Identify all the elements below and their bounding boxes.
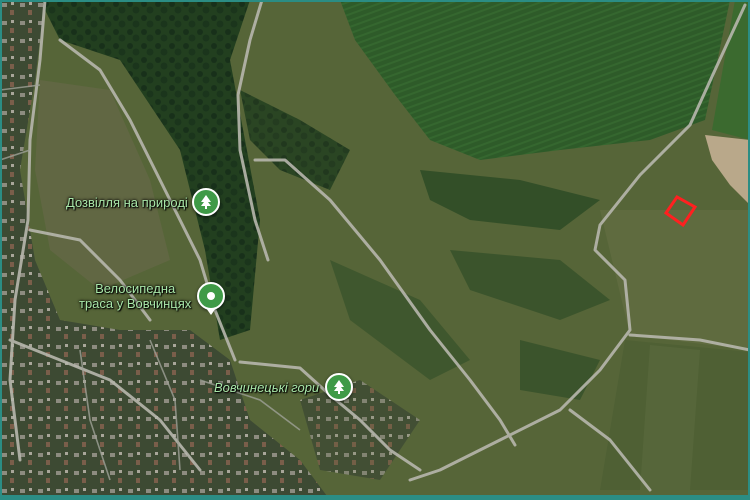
map-view[interactable]: Дозвілля на природі Велосипедна траса у …: [0, 0, 750, 500]
tree-icon[interactable]: [191, 188, 220, 216]
tree-icon[interactable]: [325, 373, 354, 401]
poi-hory[interactable]: Вовчинецькі гори: [214, 373, 354, 401]
satellite-imagery: [0, 0, 750, 500]
poi-velotrasa[interactable]: Велосипедна траса у Вовчинцях: [79, 281, 226, 311]
poi-dozvillia[interactable]: Дозвілля на природі: [66, 188, 220, 216]
poi-label: Вовчинецькі гори: [214, 379, 320, 395]
poi-label: Дозвілля на природі: [66, 194, 188, 210]
parcel-outline[interactable]: [662, 193, 700, 231]
tree-icon[interactable]: [197, 282, 226, 310]
poi-label: Велосипедна траса у Вовчинцях: [79, 281, 192, 311]
